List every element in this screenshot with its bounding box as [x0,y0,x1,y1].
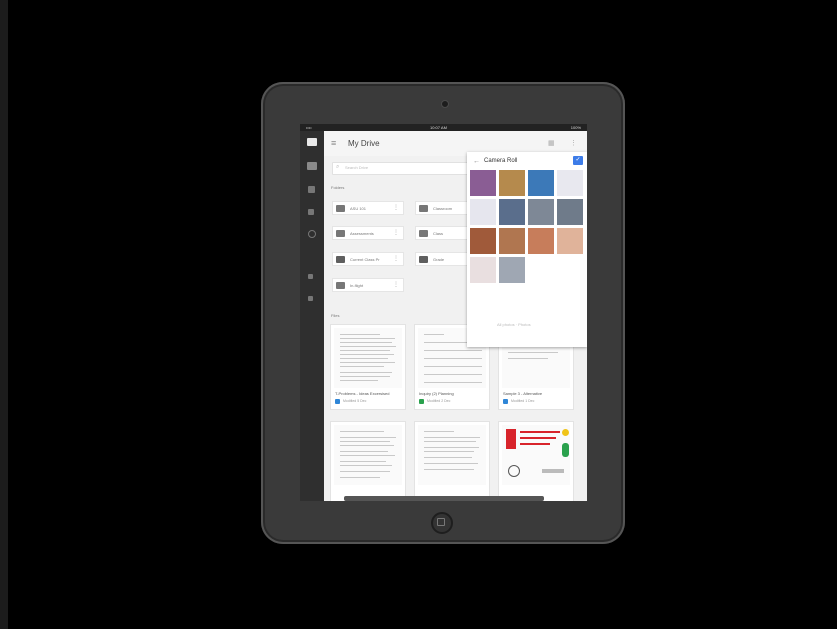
photo-thumbnail[interactable] [557,199,583,225]
folder-more-icon[interactable]: ⋮ [393,281,399,288]
photo-thumbnail[interactable] [470,199,496,225]
recent-nav-icon[interactable] [308,230,316,238]
photo-thumbnail[interactable] [470,228,496,254]
menu-icon[interactable]: ≡ [331,139,336,148]
document-thumbnail [418,425,486,485]
photo-thumbnail[interactable] [528,228,554,254]
folder-name: ASU 101 [350,206,367,211]
folder-icon [419,230,428,237]
folder-item[interactable]: In-flight ⋮ [332,278,404,292]
status-carrier: •••• [306,125,312,130]
search-input[interactable]: ⌕ Search Drive [332,162,472,175]
drive-logo-icon[interactable] [307,138,317,146]
folder-icon [419,205,428,212]
photo-hint: All photos · Photos [497,322,531,327]
front-camera [441,100,449,108]
file-card[interactable] [330,421,406,501]
folder-name: Current Class Pr [350,257,380,262]
file-card[interactable] [414,421,490,501]
photo-thumbnail[interactable] [499,199,525,225]
folder-more-icon[interactable]: ⋮ [393,204,399,211]
files-section-label: Files [331,313,340,318]
status-bar: •••• 10:07 AM 100% [300,124,587,131]
bottom-scroll-indicator [344,496,544,501]
settings-nav-icon[interactable] [308,296,313,301]
status-battery: 100% [570,125,581,130]
file-modified: Modified 5 Dec [343,399,367,403]
folder-item[interactable]: ASU 101 ⋮ [332,201,404,215]
shared-folder-icon [336,256,345,263]
folder-name: Assessments [350,231,374,236]
back-arrow-icon[interactable]: ← [473,158,480,165]
window-edge [0,0,8,629]
photo-thumbnail[interactable] [557,170,583,196]
page-title: My Drive [348,139,380,148]
file-name: T-Problems - Ideas Excersised [335,391,390,396]
folder-more-icon[interactable]: ⋮ [393,255,399,262]
camera-roll-panel: ← Camera Roll ✓ All photos · Photos [467,152,587,347]
photo-thumbnail[interactable] [470,257,496,283]
file-card[interactable]: T-Problems - Ideas Excersised Modified 5… [330,324,406,410]
sheets-icon [419,399,424,404]
file-modified: Modified 2 Dec [427,399,451,403]
photo-thumbnail[interactable] [499,170,525,196]
status-time: 10:07 AM [430,125,447,130]
folder-icon [336,282,345,289]
my-drive-nav-icon[interactable] [307,162,317,170]
starred-nav-icon[interactable] [308,209,314,215]
tablet-screen: •••• 10:07 AM 100% ≡ My Drive ▦ ⋮ ⌕ Sear… [300,124,587,501]
shared-folder-icon [419,256,428,263]
docs-icon [503,399,508,404]
folder-icon [336,230,345,237]
folders-section-label: Folders [331,185,345,190]
folder-icon [336,205,345,212]
file-modified: Modified 1 Dec [511,399,535,403]
photo-thumbnail[interactable] [470,170,496,196]
docs-icon [335,399,340,404]
offline-nav-icon[interactable] [308,274,313,279]
camera-roll-title: Camera Roll [484,158,518,164]
photo-thumbnail[interactable] [528,199,554,225]
photo-thumbnail[interactable] [499,257,525,283]
confirm-check-icon[interactable]: ✓ [573,156,583,165]
folder-item[interactable]: Assessments ⋮ [332,226,404,240]
grid-view-icon[interactable]: ▦ [548,139,555,147]
folder-name: In-flight [350,283,364,288]
file-name: Inquiry (2) Planning [419,391,454,396]
search-placeholder: Search Drive [345,165,369,170]
photo-thumbnail[interactable] [499,228,525,254]
more-options-icon[interactable]: ⋮ [570,139,577,147]
shared-nav-icon[interactable] [308,186,315,193]
file-card[interactable] [498,421,574,501]
flyer-red-block [506,429,516,449]
file-name: Sample 3 - Alternative [503,391,543,396]
flyer-thumbnail [502,425,570,485]
home-square-icon [437,518,445,526]
search-icon: ⌕ [336,164,340,170]
folder-item[interactable]: Current Class Pr ⋮ [332,252,404,266]
photo-thumbnail[interactable] [557,228,583,254]
photo-thumbnail[interactable] [528,170,554,196]
document-thumbnail [334,328,402,388]
document-thumbnail [334,425,402,485]
folder-more-icon[interactable]: ⋮ [393,229,399,236]
nav-rail [300,131,324,501]
